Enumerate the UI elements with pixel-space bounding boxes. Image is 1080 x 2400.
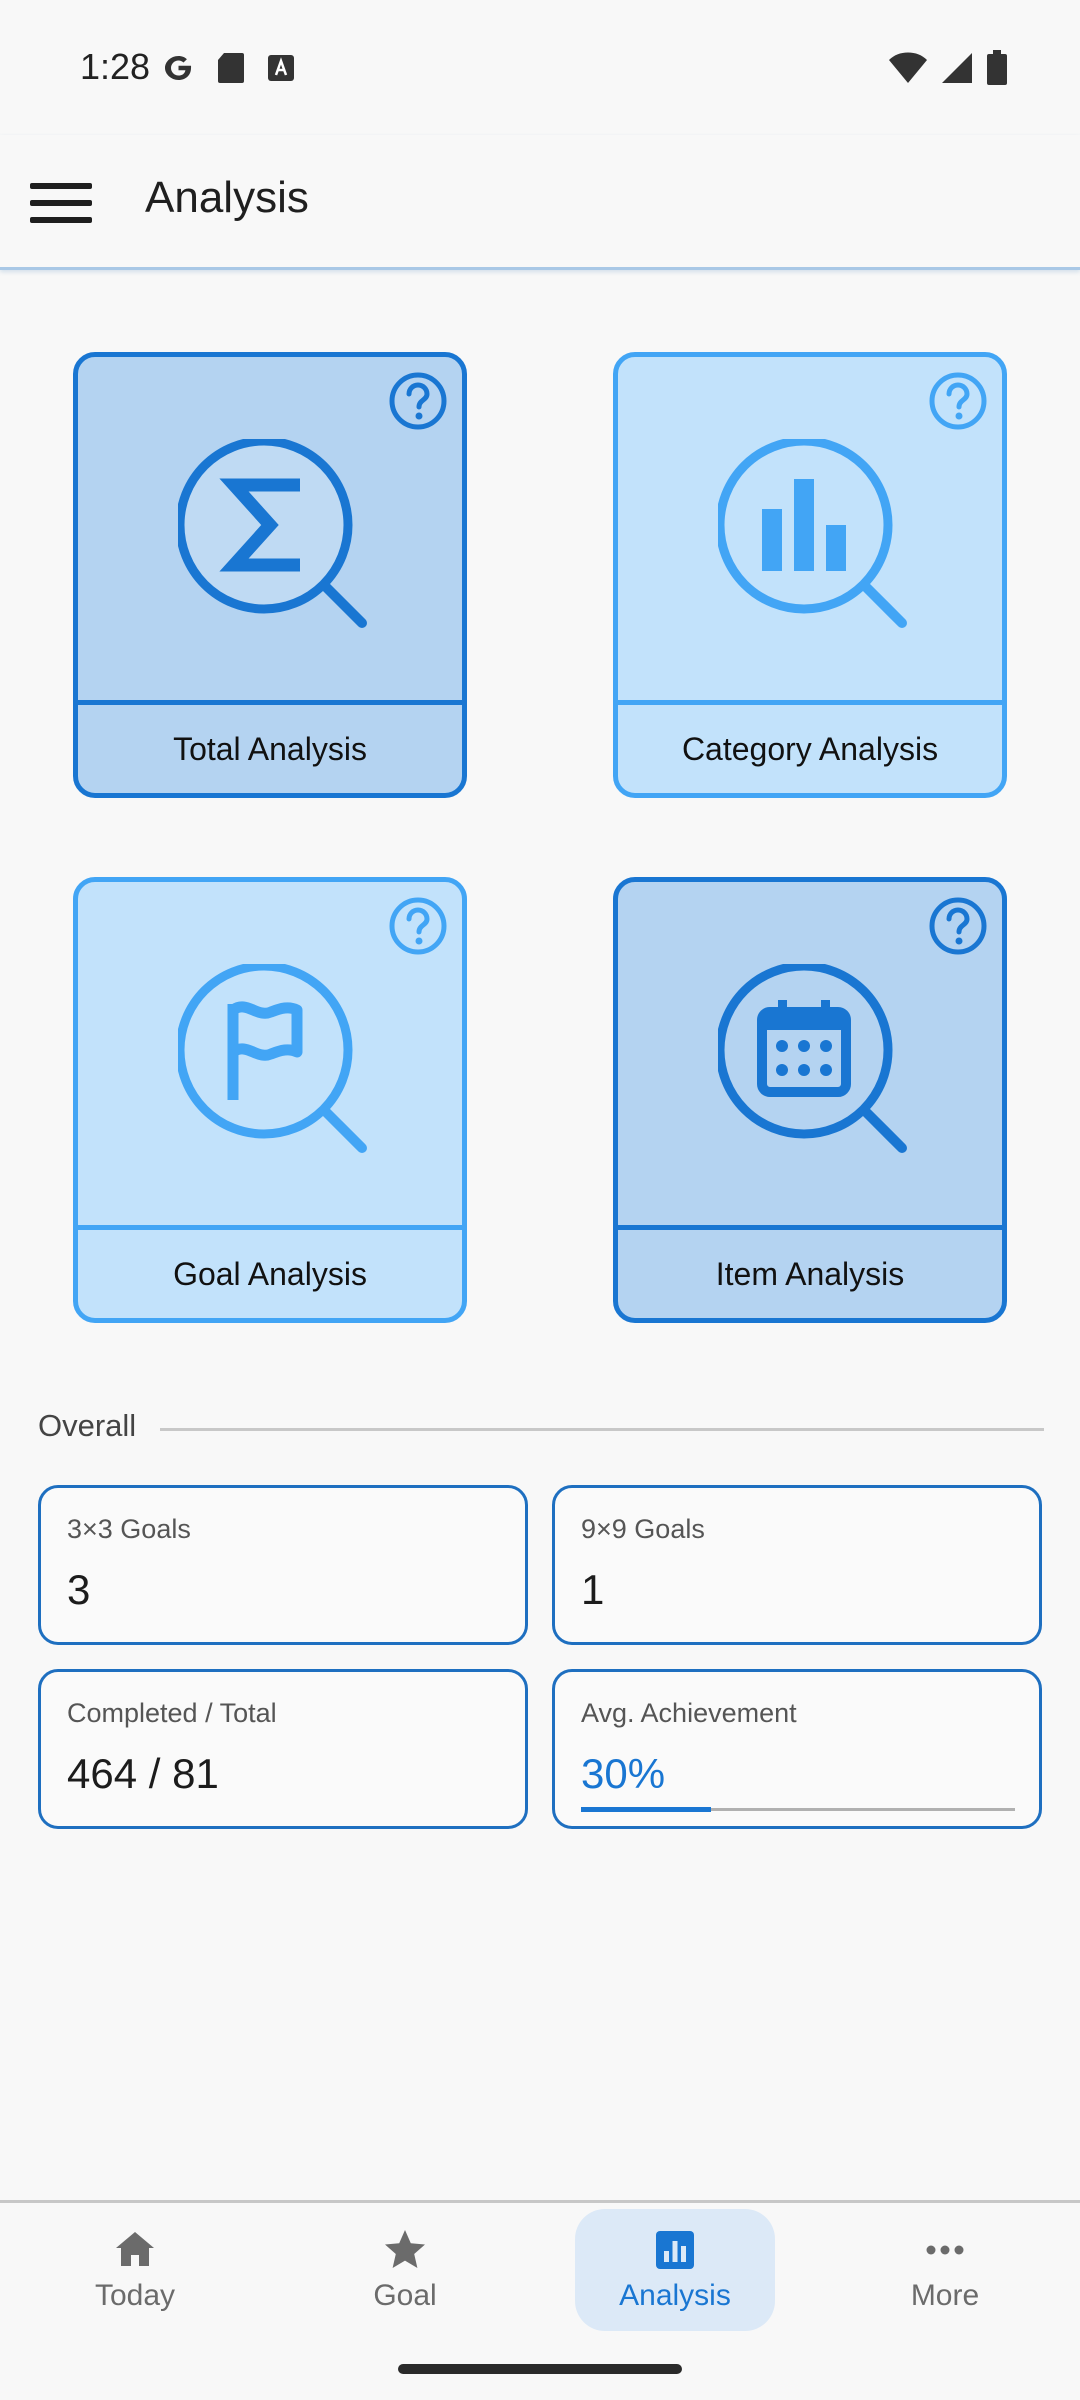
achievement-progress-bar bbox=[581, 1807, 1015, 1812]
stat-label: 3×3 Goals bbox=[67, 1514, 191, 1544]
stat-label: 9×9 Goals bbox=[581, 1514, 705, 1544]
help-icon[interactable] bbox=[388, 896, 448, 956]
flag-search-icon bbox=[178, 964, 367, 1153]
avg-achievement-stat: Avg. Achievement 30% bbox=[552, 1669, 1042, 1829]
calendar-search-icon bbox=[718, 964, 907, 1153]
card-top bbox=[78, 357, 462, 705]
card-label: Category Analysis bbox=[681, 730, 939, 767]
analytics-icon bbox=[656, 2231, 694, 2269]
stat-value: 464 / 81 bbox=[67, 1750, 219, 1797]
card-label: Total Analysis bbox=[173, 730, 367, 767]
status-notification-icons bbox=[160, 50, 296, 86]
nav-label: Analysis bbox=[619, 2279, 731, 2312]
google-icon bbox=[165, 56, 192, 80]
sd-card-icon bbox=[218, 53, 244, 83]
goal-analysis-card[interactable]: Goal Analysis bbox=[73, 877, 467, 1323]
app-bar: Analysis bbox=[0, 135, 1080, 270]
help-icon[interactable] bbox=[928, 896, 988, 956]
total-analysis-card[interactable]: Total Analysis bbox=[73, 352, 467, 798]
divider bbox=[160, 1428, 1044, 1431]
card-top bbox=[618, 357, 1002, 705]
nav-item-more[interactable]: More bbox=[845, 2209, 1045, 2331]
goals-9x9-stat: 9×9 Goals 1 bbox=[552, 1485, 1042, 1645]
goals-3x3-stat: 3×3 Goals 3 bbox=[38, 1485, 528, 1645]
card-top bbox=[78, 882, 462, 1230]
completed-total-stat: Completed / Total 464 / 81 bbox=[38, 1669, 528, 1829]
achievement-progress-fill bbox=[581, 1807, 712, 1812]
help-icon[interactable] bbox=[928, 371, 988, 431]
gesture-navigation-bar[interactable] bbox=[398, 2364, 682, 2374]
cellular-signal-icon bbox=[942, 53, 972, 83]
nav-item-analysis[interactable]: Analysis bbox=[575, 2209, 775, 2331]
status-time: 1:28 bbox=[80, 46, 151, 87]
stat-value: 3 bbox=[67, 1566, 91, 1613]
card-top bbox=[618, 882, 1002, 1230]
status-system-icons bbox=[888, 50, 1008, 86]
card-label: Item Analysis bbox=[715, 1255, 905, 1292]
stat-value: 1 bbox=[581, 1566, 605, 1613]
help-icon[interactable] bbox=[388, 371, 448, 431]
nav-label: Today bbox=[94, 2279, 176, 2312]
more-horizontal-icon bbox=[926, 2245, 964, 2255]
wifi-icon bbox=[889, 52, 927, 83]
nav-item-today[interactable]: Today bbox=[35, 2209, 235, 2331]
stat-label: Completed / Total bbox=[67, 1698, 277, 1728]
overall-heading: Overall bbox=[38, 1408, 137, 1443]
menu-icon[interactable] bbox=[28, 175, 94, 231]
bar-chart-search-icon bbox=[718, 439, 907, 628]
sigma-search-icon bbox=[178, 439, 367, 628]
star-icon bbox=[385, 2230, 425, 2268]
category-analysis-card[interactable]: Category Analysis bbox=[613, 352, 1007, 798]
stat-value: 30% bbox=[581, 1750, 666, 1797]
card-label: Goal Analysis bbox=[173, 1255, 367, 1292]
stat-label: Avg. Achievement bbox=[581, 1698, 797, 1728]
nav-label: Goal bbox=[373, 2279, 437, 2312]
item-analysis-card[interactable]: Item Analysis bbox=[613, 877, 1007, 1323]
home-icon bbox=[116, 2232, 154, 2266]
accessibility-a-icon bbox=[268, 55, 294, 81]
battery-icon bbox=[987, 50, 1007, 85]
page-title: Analysis bbox=[145, 173, 309, 222]
status-bar: 1:28 bbox=[0, 0, 1080, 135]
nav-label: More bbox=[910, 2279, 980, 2312]
nav-item-goal[interactable]: Goal bbox=[305, 2209, 505, 2331]
